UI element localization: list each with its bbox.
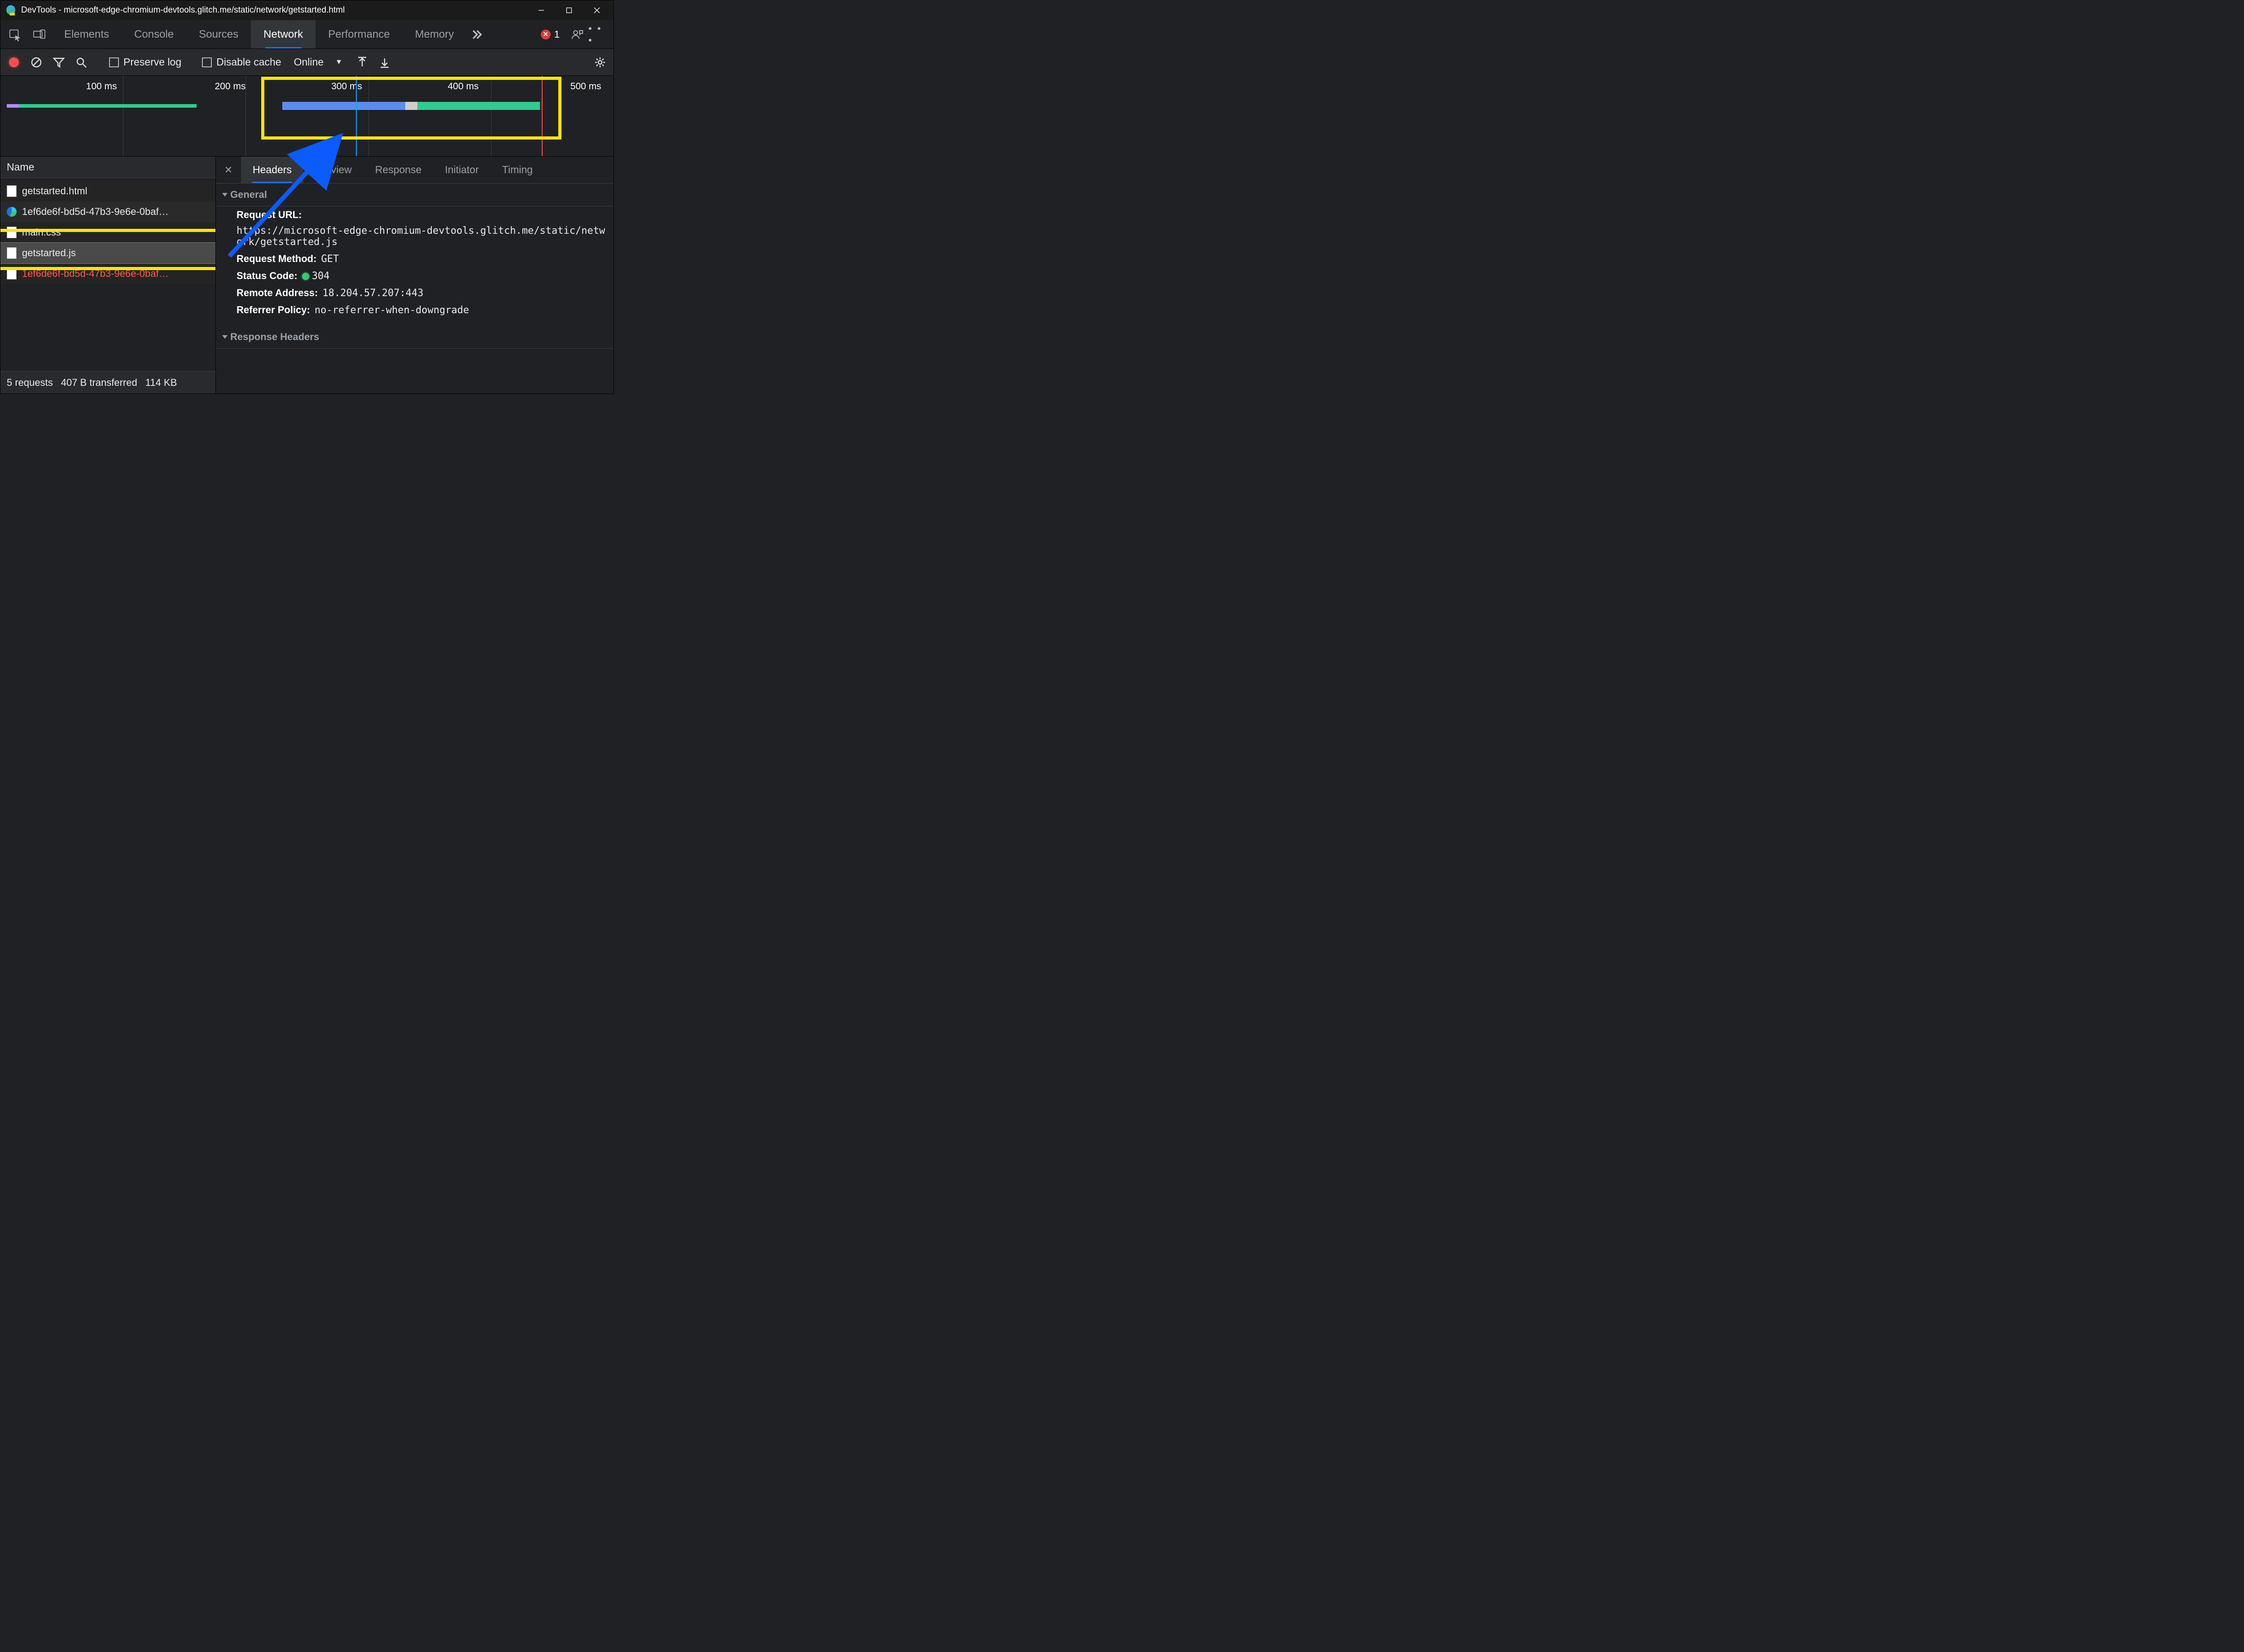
tab-label: Headers: [253, 164, 292, 176]
network-overview[interactable]: 100 ms 200 ms 300 ms 400 ms 500 ms: [0, 76, 614, 157]
request-row[interactable]: getstarted.html: [0, 181, 215, 201]
kv-request-url: Request URL: https://microsoft-edge-chro…: [216, 206, 614, 250]
tab-label: Initiator: [445, 164, 478, 176]
requests-list: getstarted.html 1ef6de6f-bd5d-47b3-9e6e-…: [0, 178, 215, 371]
requests-panel: Name getstarted.html 1ef6de6f-bd5d-47b3-…: [0, 157, 216, 393]
more-options-icon[interactable]: • • •: [588, 20, 611, 48]
overview-tick: 200 ms: [215, 81, 246, 92]
disclosure-triangle-icon: [222, 335, 228, 339]
kv-value: no-referrer-when-downgrade: [315, 305, 469, 316]
kv-request-method: Request Method: GET: [216, 250, 614, 267]
request-details-panel: ✕ Headers Preview Response Initiator Tim…: [216, 157, 614, 393]
titlebar: DevTools - microsoft-edge-chromium-devto…: [0, 0, 614, 20]
section-title: Response Headers: [230, 331, 319, 343]
tab-label: Preview: [315, 164, 352, 176]
export-har-icon[interactable]: [377, 55, 392, 70]
feedback-icon[interactable]: [566, 20, 588, 48]
errors-badge[interactable]: 1: [535, 20, 566, 48]
preserve-log-checkbox[interactable]: Preserve log: [109, 56, 181, 68]
tab-performance[interactable]: Performance: [316, 20, 402, 48]
maximize-button[interactable]: [555, 0, 583, 20]
tab-initiator[interactable]: Initiator: [433, 157, 490, 183]
devtools-window: DevTools - microsoft-edge-chromium-devto…: [0, 0, 614, 394]
section-general[interactable]: General: [216, 184, 614, 206]
status-transferred: 407 B transferred: [61, 377, 137, 389]
throttling-select[interactable]: Online ▼: [289, 55, 347, 69]
error-icon: [541, 30, 551, 39]
kv-referrer-policy: Referrer Policy: no-referrer-when-downgr…: [216, 302, 614, 319]
file-icon: [7, 185, 17, 197]
disable-cache-checkbox[interactable]: Disable cache: [202, 56, 281, 68]
close-details-icon[interactable]: ✕: [216, 157, 241, 183]
window-title: DevTools - microsoft-edge-chromium-devto…: [21, 5, 345, 15]
request-row[interactable]: 1ef6de6f-bd5d-47b3-9e6e-0baf…: [0, 201, 215, 222]
annotation-highlight-overview: [261, 77, 561, 140]
kv-label: Status Code:: [237, 270, 298, 282]
tab-headers[interactable]: Headers: [241, 157, 303, 183]
network-content-split: Name getstarted.html 1ef6de6f-bd5d-47b3-…: [0, 157, 614, 393]
kv-value: https://microsoft-edge-chromium-devtools…: [237, 225, 606, 248]
kv-label: Referrer Policy:: [237, 304, 310, 316]
section-title: General: [230, 189, 267, 201]
tab-preview[interactable]: Preview: [303, 157, 364, 183]
kv-value: 304: [302, 271, 330, 282]
more-tabs-icon[interactable]: [466, 20, 489, 48]
tab-label: Memory: [415, 28, 454, 41]
request-name: 1ef6de6f-bd5d-47b3-9e6e-0baf…: [22, 206, 169, 218]
overview-tick: 500 ms: [570, 81, 601, 92]
details-tabs: ✕ Headers Preview Response Initiator Tim…: [216, 157, 614, 184]
status-resources: 114 KB: [145, 377, 177, 389]
chevron-down-icon: ▼: [335, 58, 342, 66]
tab-timing[interactable]: Timing: [491, 157, 544, 183]
edge-icon: [7, 207, 17, 217]
tab-label: Performance: [328, 28, 390, 41]
kv-value: 18.204.57.207:443: [322, 288, 423, 299]
tab-label: Response: [375, 164, 422, 176]
tab-label: Timing: [502, 164, 533, 176]
section-response-headers[interactable]: Response Headers: [216, 326, 614, 349]
filter-icon[interactable]: [52, 55, 66, 70]
tab-response[interactable]: Response: [364, 157, 434, 183]
throttling-value: Online: [294, 56, 324, 68]
clear-button[interactable]: [29, 55, 44, 70]
tab-sources[interactable]: Sources: [186, 20, 251, 48]
kv-remote-address: Remote Address: 18.204.57.207:443: [216, 284, 614, 302]
inspect-element-icon[interactable]: [3, 20, 27, 48]
close-button[interactable]: [583, 0, 611, 20]
kv-label: Request Method:: [237, 253, 316, 265]
minimize-button[interactable]: [527, 0, 555, 20]
request-name: getstarted.html: [22, 185, 88, 197]
status-dot-icon: [302, 273, 309, 280]
requests-header-name[interactable]: Name: [0, 157, 215, 178]
tab-memory[interactable]: Memory: [403, 20, 467, 48]
search-icon[interactable]: [74, 55, 88, 70]
tab-network[interactable]: Network: [251, 20, 316, 48]
network-statusbar: 5 requests 407 B transferred 114 KB: [0, 371, 215, 393]
device-toolbar-icon[interactable]: [27, 20, 52, 48]
kv-label: Remote Address:: [237, 287, 318, 299]
tab-label: Network: [263, 28, 303, 41]
tab-console[interactable]: Console: [122, 20, 186, 48]
overview-tick: 100 ms: [86, 81, 117, 92]
import-har-icon[interactable]: [355, 55, 369, 70]
edge-devtools-icon: [5, 4, 17, 16]
kv-value: GET: [321, 253, 339, 265]
disable-cache-label: Disable cache: [216, 56, 281, 68]
kv-status-code: Status Code: 304: [216, 267, 614, 284]
tab-label: Elements: [64, 28, 109, 41]
errors-count: 1: [554, 29, 560, 40]
network-toolbar: Preserve log Disable cache Online ▼: [0, 49, 614, 76]
status-requests: 5 requests: [7, 377, 53, 389]
kv-label: Request URL:: [237, 209, 302, 221]
devtools-tabstrip: Elements Console Sources Network Perform…: [0, 20, 614, 49]
record-button[interactable]: [7, 55, 21, 70]
annotation-highlight-row: [0, 229, 215, 270]
preserve-log-label: Preserve log: [123, 56, 181, 68]
tab-label: Sources: [199, 28, 238, 41]
tab-elements[interactable]: Elements: [52, 20, 122, 48]
disclosure-triangle-icon: [222, 193, 228, 197]
tab-label: Console: [134, 28, 174, 41]
network-settings-icon[interactable]: [593, 55, 607, 70]
